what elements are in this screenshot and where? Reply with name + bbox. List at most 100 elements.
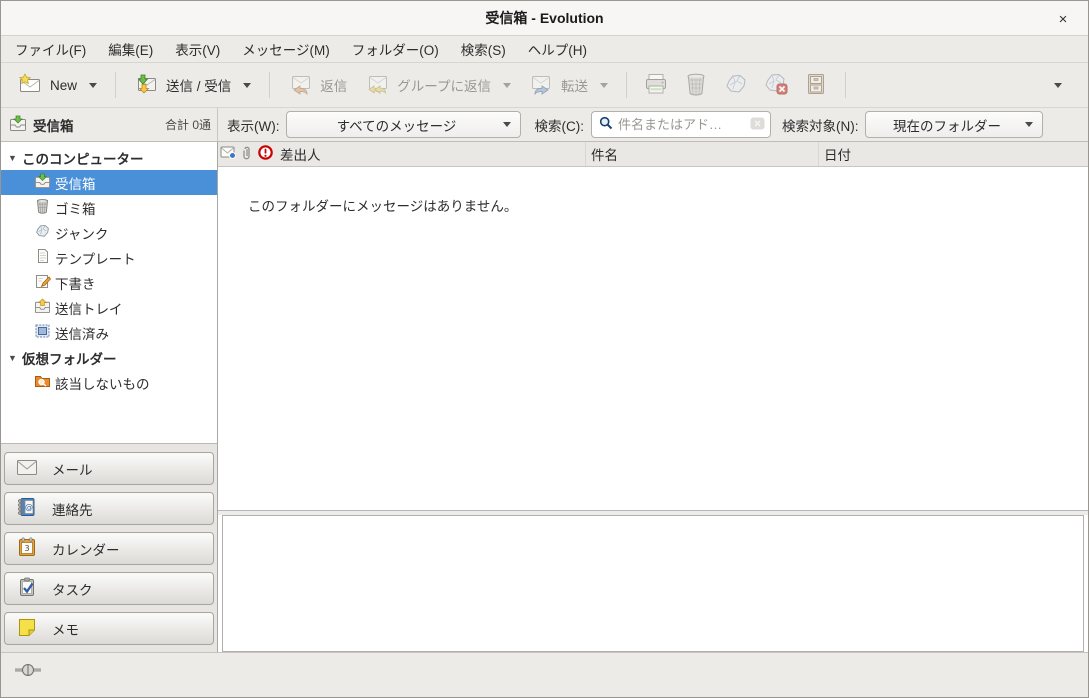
switcher-label: カレンダー <box>52 539 120 559</box>
toolbar-separator <box>845 72 846 98</box>
sidebar-item-junk[interactable]: ジャンク <box>1 220 217 245</box>
inbox-icon <box>34 173 51 192</box>
forward-dropdown-arrow[interactable] <box>600 83 608 88</box>
tree-group-this-computer[interactable]: ▼ このコンピューター <box>1 145 217 170</box>
sidebar-item-label: 送信済み <box>55 323 109 343</box>
contacts-icon: @ <box>16 497 38 520</box>
chevron-down-icon <box>1025 122 1033 127</box>
column-priority[interactable] <box>256 142 275 166</box>
scope-label: 検索対象(N): <box>782 115 859 135</box>
show-label: 表示(W): <box>227 115 279 135</box>
overflow-arrow-icon <box>1054 83 1062 88</box>
not-junk-icon <box>763 72 789 99</box>
close-button[interactable]: × <box>1052 8 1074 30</box>
clear-search-icon[interactable] <box>750 117 765 133</box>
sidebar-item-label: 該当しないもの <box>55 373 150 393</box>
switcher-contacts-button[interactable]: @ 連絡先 <box>4 492 214 525</box>
column-status[interactable] <box>218 142 237 166</box>
new-mail-icon <box>18 73 42 98</box>
sidebar: ▼ このコンピューター 受信箱 <box>1 142 218 652</box>
search-folder-icon <box>34 373 51 392</box>
column-attachment[interactable] <box>237 142 256 166</box>
reply-button[interactable]: 返信 <box>279 67 356 104</box>
trash-button[interactable] <box>676 66 716 105</box>
message-list[interactable]: このフォルダーにメッセージはありません。 <box>218 167 1088 510</box>
menu-edit[interactable]: 編集(E) <box>97 35 164 63</box>
column-from[interactable]: 差出人 <box>275 142 586 166</box>
tasks-icon <box>16 577 38 600</box>
expander-icon[interactable]: ▼ <box>8 353 22 363</box>
switcher-tasks-button[interactable]: タスク <box>4 572 214 605</box>
new-button[interactable]: New <box>9 67 106 104</box>
show-filter-dropdown[interactable]: すべてのメッセージ <box>286 111 521 138</box>
menu-file[interactable]: ファイル(F) <box>4 35 97 63</box>
sidebar-item-templates[interactable]: テンプレート <box>1 245 217 270</box>
switcher-memos-button[interactable]: メモ <box>4 612 214 645</box>
send-receive-label: 送信 / 受信 <box>166 75 231 95</box>
sidebar-item-sent[interactable]: 送信済み <box>1 320 217 345</box>
sidebar-item-trash[interactable]: ゴミ箱 <box>1 195 217 220</box>
menu-help[interactable]: ヘルプ(H) <box>517 35 598 63</box>
sidebar-item-unmatched[interactable]: 該当しないもの <box>1 370 217 395</box>
menubar: ファイル(F) 編集(E) 表示(V) メッセージ(M) フォルダー(O) 検索… <box>1 36 1088 63</box>
switcher-calendar-button[interactable]: 3 カレンダー <box>4 532 214 565</box>
group-reply-button[interactable]: グループに返信 <box>356 67 520 104</box>
search-box[interactable] <box>591 111 771 138</box>
search-scope-dropdown[interactable]: 現在のフォルダー <box>865 111 1043 138</box>
column-date-label: 日付 <box>824 144 851 164</box>
search-input[interactable] <box>618 117 750 132</box>
expander-icon[interactable]: ▼ <box>8 153 22 163</box>
sidebar-item-inbox[interactable]: 受信箱 <box>1 170 217 195</box>
folder-tree: ▼ このコンピューター 受信箱 <box>1 142 217 444</box>
attachment-icon <box>242 145 252 164</box>
column-date[interactable]: 日付 <box>819 142 1088 166</box>
filterbar: 受信箱 合計 0通 表示(W): すべてのメッセージ 検索(C): <box>1 108 1088 142</box>
online-status-icon[interactable] <box>14 666 44 681</box>
switcher-mail-button[interactable]: メール <box>4 452 214 485</box>
send-receive-icon <box>134 73 158 98</box>
statusbar <box>1 652 1088 697</box>
template-icon <box>34 248 51 267</box>
junk-icon <box>723 72 749 99</box>
sidebar-item-label: ゴミ箱 <box>55 198 96 218</box>
send-receive-dropdown-arrow[interactable] <box>243 83 251 88</box>
print-button[interactable] <box>636 66 676 105</box>
mail-icon <box>16 459 38 479</box>
svg-text:@: @ <box>25 503 33 512</box>
toolbar: New 送信 / 受信 <box>1 63 1088 108</box>
archive-icon <box>803 72 829 99</box>
junk-button[interactable] <box>716 66 756 105</box>
svg-text:3: 3 <box>24 544 29 553</box>
message-area: 差出人 件名 日付 このフォルダーにメッセージはありません。 <box>218 142 1088 652</box>
menu-folder[interactable]: フォルダー(O) <box>341 35 450 63</box>
send-receive-button[interactable]: 送信 / 受信 <box>125 67 260 104</box>
sidebar-item-outbox[interactable]: 送信トレイ <box>1 295 217 320</box>
search-label: 検索(C): <box>534 115 584 135</box>
sidebar-item-drafts[interactable]: 下書き <box>1 270 217 295</box>
sidebar-item-label: 下書き <box>55 273 96 293</box>
toolbar-separator <box>115 72 116 98</box>
memos-icon <box>16 618 38 640</box>
forward-button[interactable]: 転送 <box>520 67 617 104</box>
chevron-down-icon <box>503 122 511 127</box>
archive-button[interactable] <box>796 66 836 105</box>
sidebar-item-label: ジャンク <box>55 223 108 243</box>
group-reply-dropdown-arrow[interactable] <box>503 83 511 88</box>
menu-view[interactable]: 表示(V) <box>164 35 231 63</box>
evolution-window: 受信箱 - Evolution × ファイル(F) 編集(E) 表示(V) メッ… <box>0 0 1089 698</box>
search-scope-value: 現在のフォルダー <box>875 115 1018 135</box>
switcher-label: 連絡先 <box>52 499 93 519</box>
message-list-header: 差出人 件名 日付 <box>218 142 1088 167</box>
menu-search[interactable]: 検索(S) <box>450 35 517 63</box>
menu-message[interactable]: メッセージ(M) <box>231 35 340 63</box>
preview-pane <box>222 515 1084 652</box>
column-subject[interactable]: 件名 <box>586 142 819 166</box>
not-junk-button[interactable] <box>756 66 796 105</box>
print-icon <box>643 72 669 99</box>
tree-group-search-folders[interactable]: ▼ 仮想フォルダー <box>1 345 217 370</box>
reply-icon <box>288 73 312 98</box>
toolbar-overflow-button[interactable] <box>1047 77 1080 94</box>
titlebar: 受信箱 - Evolution × <box>1 1 1088 36</box>
new-dropdown-arrow[interactable] <box>89 83 97 88</box>
sidebar-item-label: テンプレート <box>55 248 136 268</box>
